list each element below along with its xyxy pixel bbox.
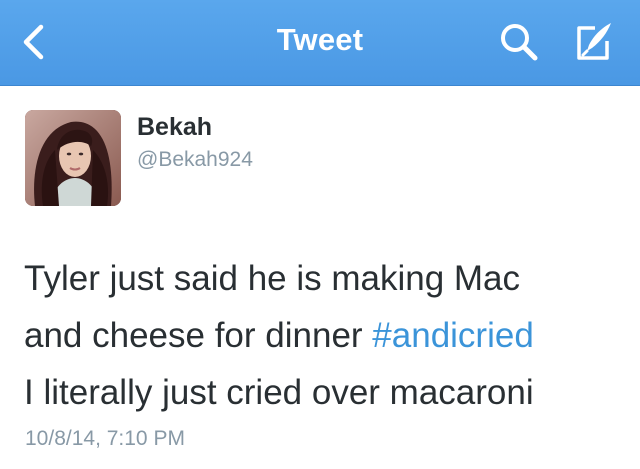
tweet-timestamp: 10/8/14, 7:10 PM [25,427,185,450]
tweet-text-fragment: and cheese for dinner [24,316,373,355]
author-name[interactable]: Bekah [137,113,212,142]
tweet-text-line: Tyler just said he is making Mac [24,259,521,298]
search-button[interactable] [495,18,543,66]
tweet-detail-screen: Tweet Bekah @Bekah924 Tyler just said he… [0,0,640,469]
compose-icon [577,23,611,60]
author-handle[interactable]: @Bekah924 [137,148,253,172]
search-icon [501,24,538,61]
navigation-bar: Tweet [0,0,640,86]
tweet-text-line: I literally just cried over macaroni [24,373,534,412]
tweet-text: Tyler just said he is making Mac and che… [24,250,629,421]
hashtag-link[interactable]: #andicried [372,316,534,355]
avatar[interactable] [25,110,121,206]
profile-photo [25,110,121,206]
compose-button[interactable] [568,16,620,68]
tweet-text-line: and cheese for dinner #andicried [24,307,629,364]
page-title: Tweet [276,22,364,57]
